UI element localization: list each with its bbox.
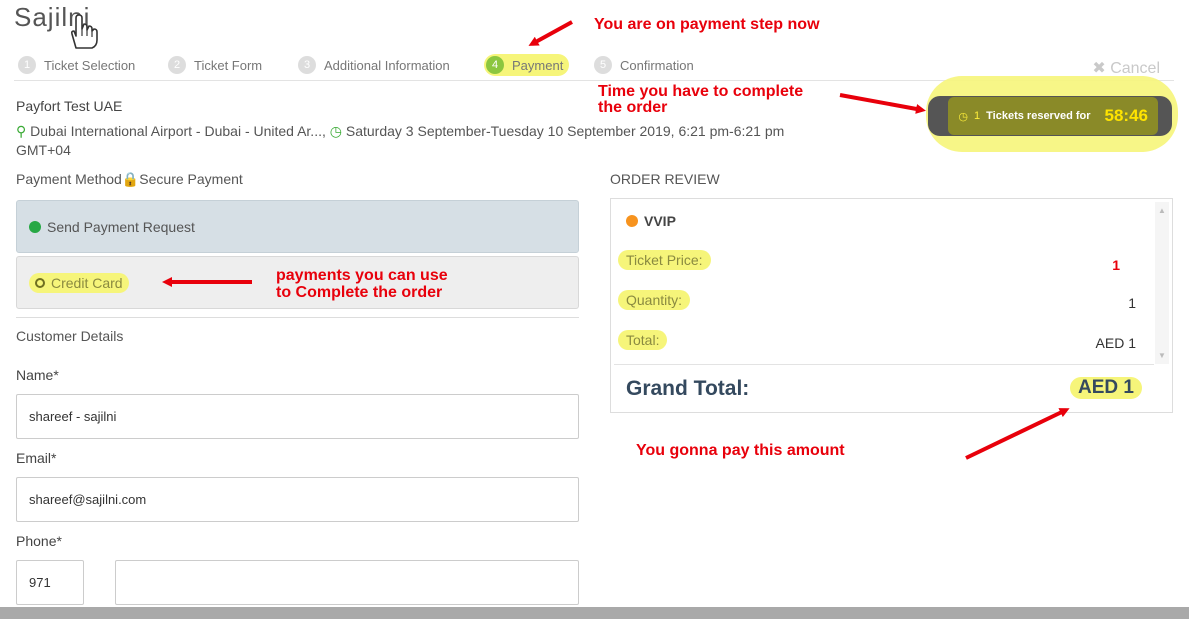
- arrow-to-payment-step: [528, 20, 573, 46]
- bottom-bar: [0, 607, 1189, 619]
- arrow-to-grand-total: [965, 408, 1070, 460]
- annotation-arrows: [162, 20, 1070, 460]
- arrow-to-timer: [839, 93, 926, 114]
